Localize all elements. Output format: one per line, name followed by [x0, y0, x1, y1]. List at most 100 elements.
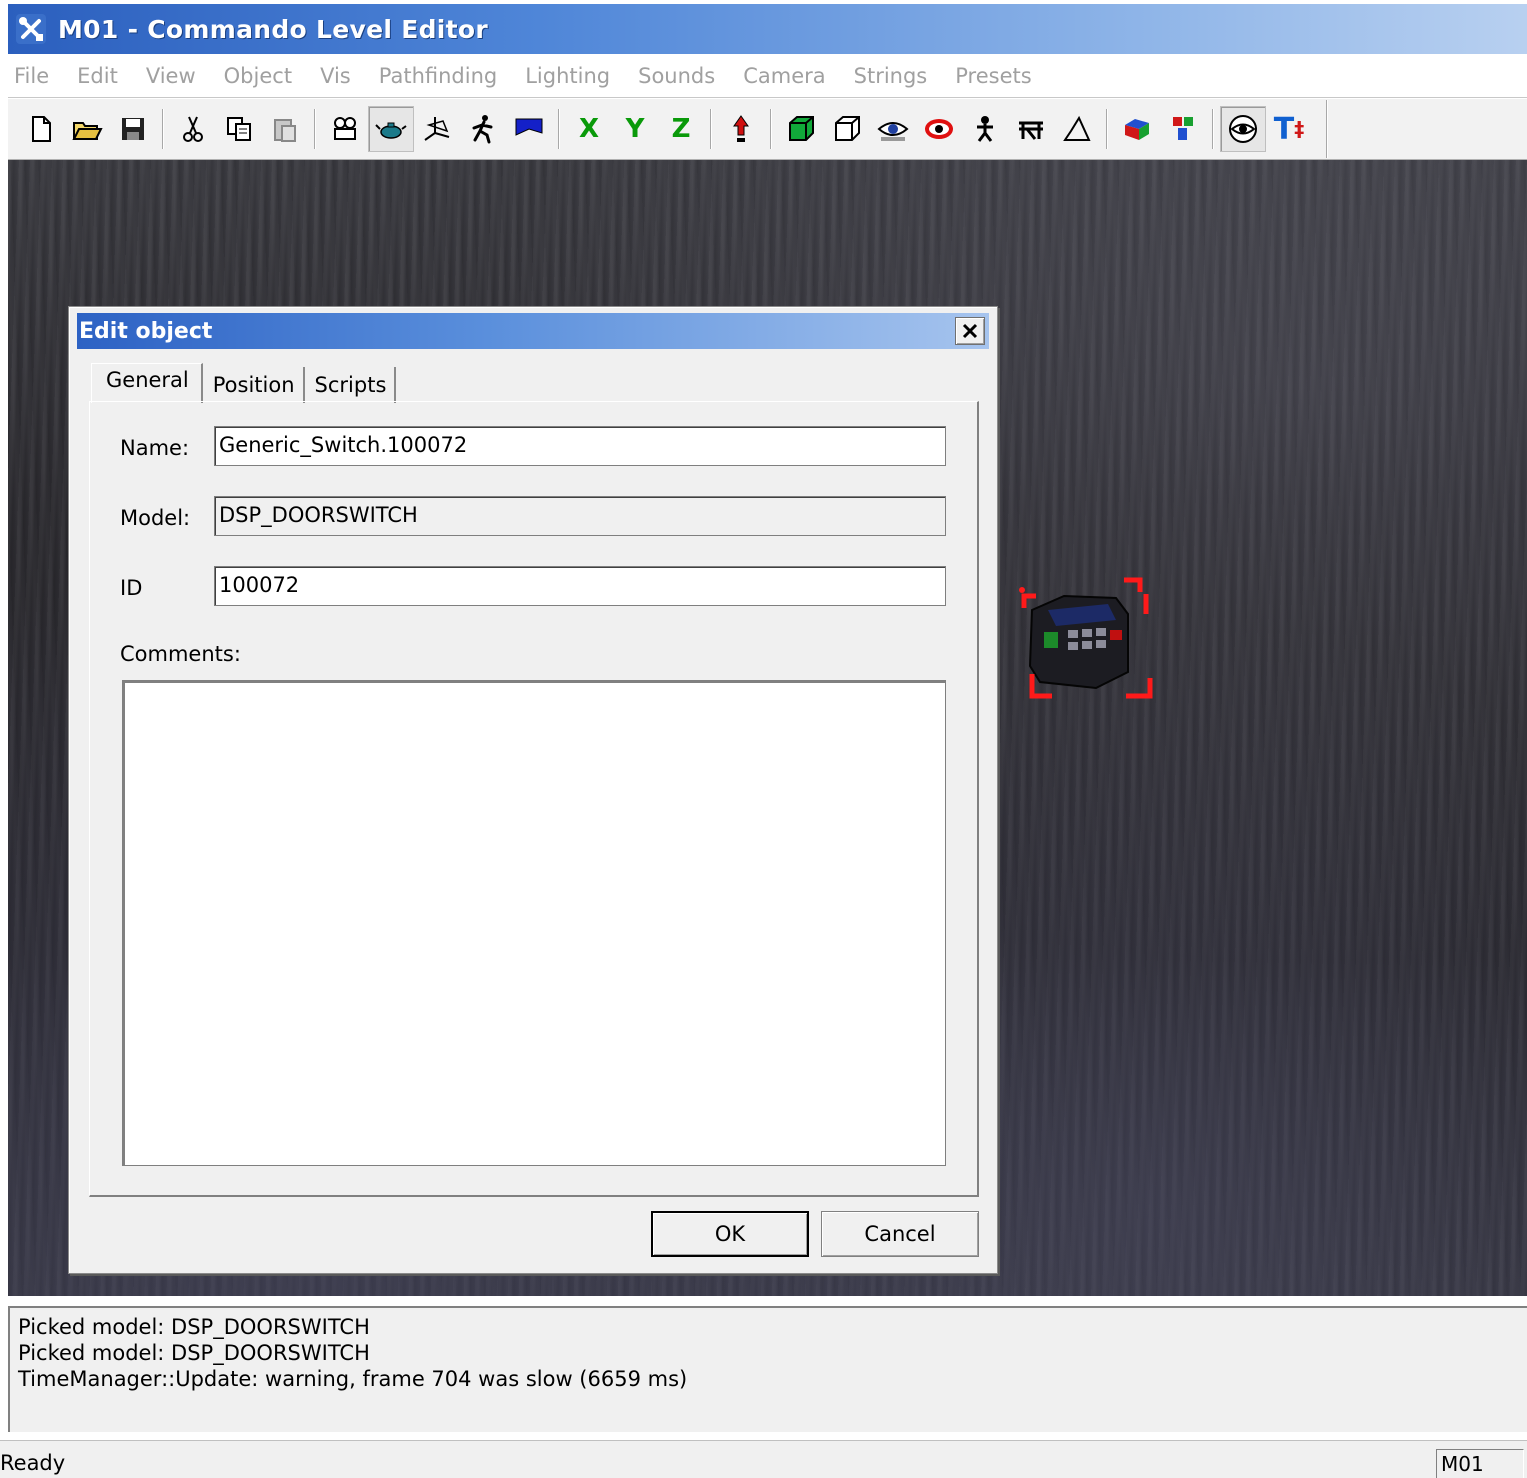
lock-z-button[interactable]: Z	[658, 106, 704, 152]
flag-button[interactable]	[506, 106, 552, 152]
menu-file[interactable]: File	[12, 64, 49, 88]
close-icon	[962, 323, 978, 339]
edit-object-dialog: Edit object General Position Scripts Nam…	[68, 306, 998, 1274]
tab-general[interactable]: General	[91, 363, 203, 403]
copy-icon	[227, 117, 251, 141]
new-file-icon	[32, 116, 51, 142]
open-folder-icon	[72, 122, 103, 140]
camera-icon	[334, 117, 356, 140]
paste-button[interactable]	[262, 106, 308, 152]
lock-y-button[interactable]: Y	[612, 106, 658, 152]
door-switch-object[interactable]	[1012, 574, 1162, 708]
red-eye-icon	[925, 119, 953, 139]
shape-button[interactable]	[1054, 106, 1100, 152]
log-line: Picked model: DSP_DOORSWITCH	[18, 1315, 370, 1339]
toolbar-separator	[770, 109, 772, 149]
toolbar-separator	[710, 109, 712, 149]
cut-icon	[183, 116, 203, 142]
comments-textarea[interactable]	[122, 680, 946, 1166]
ok-button[interactable]: OK	[651, 1211, 809, 1257]
tab-scripts[interactable]: Scripts	[306, 367, 397, 403]
teapot-button[interactable]	[368, 106, 414, 152]
menu-edit[interactable]: Edit	[75, 64, 118, 88]
menu-sounds[interactable]: Sounds	[636, 64, 715, 88]
tools-icon[interactable]	[14, 12, 48, 46]
blocks-button[interactable]	[1160, 106, 1206, 152]
toolbar-separator	[314, 109, 316, 149]
drop-icon	[733, 115, 749, 142]
menu-bar: File Edit View Object Vis Pathfinding Li…	[8, 54, 1527, 98]
toolbar-separator	[1106, 109, 1108, 149]
status-level-pane: M01	[1436, 1449, 1524, 1478]
person-icon	[977, 116, 993, 142]
eye-icon	[877, 122, 909, 141]
cut-button[interactable]	[170, 106, 216, 152]
color-cube-button[interactable]	[1114, 106, 1160, 152]
copy-button[interactable]	[216, 106, 262, 152]
open-button[interactable]	[64, 106, 110, 152]
dialog-tabs: General Position Scripts	[91, 363, 398, 403]
text-icon: T	[1273, 111, 1295, 147]
model-field: DSP_DOORSWITCH	[214, 496, 946, 536]
walk-button[interactable]	[460, 106, 506, 152]
eye-button[interactable]	[870, 106, 916, 152]
cancel-button[interactable]: Cancel	[821, 1211, 979, 1257]
comments-label: Comments:	[120, 642, 241, 666]
flag-icon	[515, 118, 543, 136]
name-field[interactable]: Generic_Switch.100072	[214, 426, 946, 466]
bench-icon	[1019, 121, 1043, 140]
person-button[interactable]	[962, 106, 1008, 152]
wire-cube-button[interactable]	[824, 106, 870, 152]
solid-cube-button[interactable]	[778, 106, 824, 152]
lock-x-button[interactable]: X	[566, 106, 612, 152]
log-line: Picked model: DSP_DOORSWITCH	[18, 1341, 370, 1365]
menu-view[interactable]: View	[144, 64, 196, 88]
dialog-title: Edit object	[79, 318, 213, 344]
dialog-titlebar[interactable]: Edit object	[77, 313, 989, 349]
color-cube-icon	[1125, 119, 1149, 140]
bench-button[interactable]	[1008, 106, 1054, 152]
log-line: TimeManager::Update: warning, frame 704 …	[18, 1367, 688, 1391]
menu-strings[interactable]: Strings	[852, 64, 928, 88]
menu-presets[interactable]: Presets	[953, 64, 1031, 88]
toolbar-separator	[1212, 109, 1214, 149]
camera-button[interactable]	[322, 106, 368, 152]
text-button[interactable]: T ‡	[1266, 106, 1312, 152]
lock-z-icon: Z	[671, 114, 691, 144]
menu-object[interactable]: Object	[222, 64, 292, 88]
solid-cube-icon	[789, 116, 814, 141]
lock-x-icon: X	[578, 114, 600, 144]
menu-lighting[interactable]: Lighting	[523, 64, 610, 88]
red-eye-button[interactable]	[916, 106, 962, 152]
id-label: ID	[120, 576, 143, 600]
window-titlebar[interactable]: M01 - Commando Level Editor	[8, 4, 1527, 54]
lock-y-icon: Y	[625, 114, 645, 144]
shape-icon	[1063, 115, 1091, 141]
main-toolbar: X Y Z T ‡	[8, 98, 1527, 160]
save-icon	[122, 118, 144, 140]
log-output-panel[interactable]: Picked model: DSP_DOORSWITCH Picked mode…	[8, 1306, 1527, 1432]
status-text: Ready	[0, 1451, 66, 1475]
close-button[interactable]	[955, 317, 985, 345]
axes-button[interactable]	[414, 106, 460, 152]
walk-icon	[472, 115, 493, 144]
menu-pathfinding[interactable]: Pathfinding	[377, 64, 497, 88]
name-label: Name:	[120, 436, 190, 460]
wire-cube-icon	[835, 116, 860, 141]
general-tab-panel: Name: Generic_Switch.100072 Model: DSP_D…	[89, 401, 979, 1197]
menu-camera[interactable]: Camera	[741, 64, 825, 88]
new-file-button[interactable]	[18, 106, 64, 152]
paste-icon	[274, 119, 296, 142]
toolbar-separator	[558, 109, 560, 149]
save-button[interactable]	[110, 106, 156, 152]
text-cursor-mark: ‡	[1294, 117, 1305, 141]
tab-position[interactable]: Position	[204, 367, 305, 403]
id-field[interactable]: 100072	[214, 566, 946, 606]
menu-vis[interactable]: Vis	[318, 64, 351, 88]
model-label: Model:	[120, 506, 191, 530]
visibility-icon	[1229, 115, 1257, 143]
teapot-icon	[375, 122, 407, 139]
drop-button[interactable]	[718, 106, 764, 152]
axes-icon	[424, 117, 450, 141]
visibility-button[interactable]	[1220, 106, 1266, 152]
